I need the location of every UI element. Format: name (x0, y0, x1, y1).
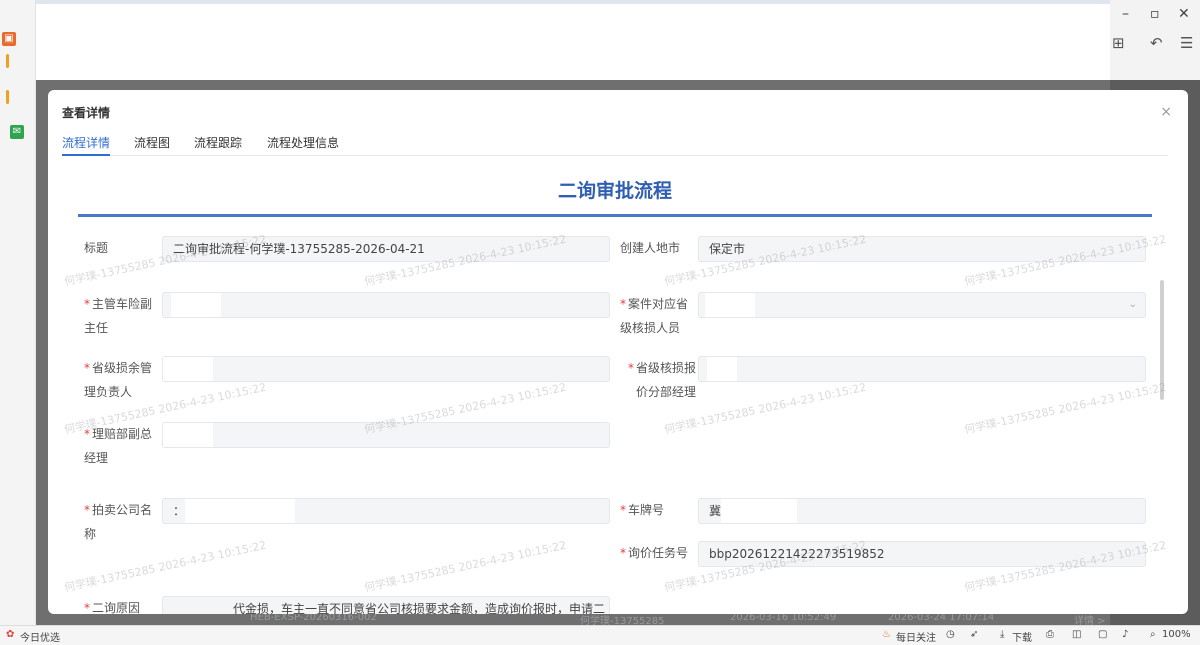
status-bar: ✿ 今日优选 ♨ 每日关注 ◷ ➶ ⤓ 下载 ⎙ ◫ ▢ ♪ ⌕ 100% (0, 625, 1200, 645)
masked-value (185, 499, 296, 523)
history-icon[interactable]: ◷ (946, 629, 955, 640)
bookmark-icon[interactable] (6, 90, 9, 104)
modal-title: 查看详情 (62, 106, 111, 120)
title-field[interactable]: 二询审批流程-何学璞-13755285-2026-04-21 (162, 236, 610, 262)
fire-icon: ♨ (882, 629, 891, 640)
tab-flow-tracking[interactable]: 流程跟踪 (194, 134, 242, 156)
chevron-down-icon[interactable]: ⌄ (1129, 293, 1137, 317)
loss-manager-field[interactable] (162, 356, 610, 382)
label-city: 创建人地市 (620, 241, 681, 255)
masked-value (163, 357, 213, 381)
screenshot-icon[interactable]: ◫ (1072, 629, 1081, 640)
heading-divider (78, 214, 1152, 217)
masked-value (163, 423, 213, 447)
reason-field[interactable]: 代金损，车主一直不同意省公司核损要求金额，造成询价报时，申请二 (162, 596, 610, 614)
label-assessor-cont: 级核损人员 (620, 321, 681, 335)
task-number-field[interactable]: bbp20261221422273519852 (698, 541, 1146, 567)
label-auction-company-cont: 称 (84, 527, 97, 541)
masked-value (721, 499, 798, 523)
bookmark-icon[interactable] (6, 54, 9, 68)
plate-field[interactable]: 冀 (698, 498, 1146, 524)
zoom-icon[interactable]: ⌕ (1150, 629, 1156, 640)
watermark: 何学璞-13755285 2026-4-23 10:15:22 (363, 538, 568, 595)
volume-icon[interactable]: ♪ (1122, 629, 1128, 640)
masked-value (705, 293, 755, 317)
assessor-select[interactable]: ⌄ (698, 292, 1146, 318)
restore-button[interactable]: ▫ (1150, 6, 1160, 22)
window-icon[interactable]: ▢ (1098, 629, 1107, 640)
label-reason: * 二询原因 (84, 601, 141, 614)
mail-icon[interactable]: ✉ (10, 125, 24, 139)
label-assessor: * 案件对应省 (620, 297, 689, 311)
flower-icon: ✿ (6, 629, 15, 640)
page-header-area (36, 4, 1112, 90)
form-content: 二询审批流程 标题 二询审批流程-何学璞-13755285-2026-04-21… (62, 160, 1168, 614)
tab-flow-chart[interactable]: 流程图 (134, 134, 170, 156)
city-field[interactable]: 保定市 (698, 236, 1146, 262)
label-task-number: * 询价任务号 (620, 546, 689, 560)
window-controls: – ▫ ✕ ⊞ ↶ ☰ (1110, 0, 1200, 80)
tab-flow-detail[interactable]: 流程详情 (62, 134, 111, 156)
label-price-manager-cont: 价分部经理 (636, 385, 697, 399)
download-icon[interactable]: ⤓ (1000, 629, 1004, 640)
watermark: 何学璞-13755285 2026-4-23 10:15:22 (963, 380, 1168, 437)
today-picks-link[interactable]: 今日优选 (20, 629, 60, 644)
auction-company-field[interactable]: ： (162, 498, 610, 524)
zoom-level[interactable]: 100% (1162, 629, 1191, 640)
label-supervisor: * 主管车险副 (84, 297, 153, 311)
tab-bar: 流程详情 流程图 流程跟踪 流程处理信息 (62, 134, 1168, 156)
scrollbar[interactable] (1160, 280, 1164, 400)
minimize-button[interactable]: – (1122, 6, 1129, 22)
label-claims-manager: * 理赔部副总 (84, 427, 153, 441)
download-link[interactable]: 下载 (1012, 629, 1032, 644)
detail-modal: 查看详情 × 流程详情 流程图 流程跟踪 流程处理信息 二询审批流程 标题 二询… (48, 90, 1188, 614)
price-manager-field[interactable] (698, 356, 1146, 382)
menu-icon[interactable]: ☰ (1180, 34, 1193, 52)
close-icon[interactable]: × (1160, 104, 1172, 120)
label-loss-manager-cont: 理负责人 (84, 385, 133, 399)
masked-value (171, 293, 221, 317)
tab-flow-process-info[interactable]: 流程处理信息 (267, 134, 339, 156)
label-supervisor-cont: 主任 (84, 321, 109, 335)
flow-heading: 二询审批流程 (557, 180, 672, 202)
rocket-icon[interactable]: ➶ (970, 629, 978, 640)
print-icon[interactable]: ⎙ (1046, 629, 1054, 640)
masked-value (707, 357, 737, 381)
label-auction-company: * 拍卖公司名 (84, 503, 153, 517)
claims-manager-field[interactable] (162, 422, 610, 448)
browser-sidebar: ▣ ✉ (0, 0, 36, 625)
label-plate: * 车牌号 (620, 503, 665, 517)
supervisor-field[interactable] (162, 292, 610, 318)
undo-icon[interactable]: ↶ (1150, 34, 1163, 52)
label-price-manager: * 省级核损报 (628, 361, 697, 375)
grid-icon[interactable]: ⊞ (1112, 34, 1125, 52)
label-claims-manager-cont: 经理 (84, 451, 109, 465)
label-title: 标题 (84, 241, 109, 255)
close-button[interactable]: ✕ (1178, 6, 1190, 22)
label-loss-manager: * 省级损余管 (84, 361, 153, 375)
daily-follow-link[interactable]: 每日关注 (896, 629, 936, 644)
app-icon[interactable]: ▣ (2, 32, 16, 46)
